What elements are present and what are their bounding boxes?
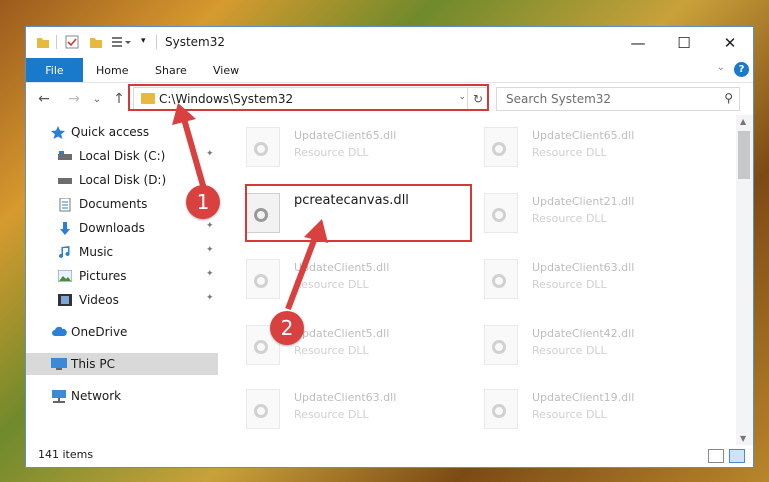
annotation-arrows: [172, 103, 328, 311]
explorer-window: ▾ System32 — ☐ ✕ File Home Share View ⌄ …: [26, 27, 753, 467]
step-1-badge: 1: [186, 185, 220, 219]
step-2-badge: 2: [270, 311, 304, 345]
